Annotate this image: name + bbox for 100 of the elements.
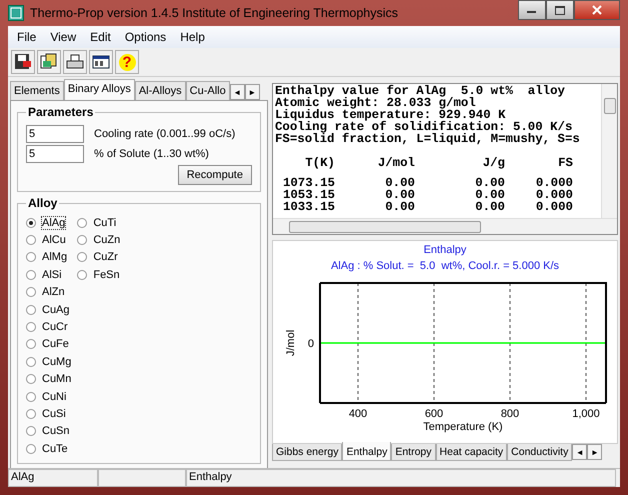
table-cell-text: 0.000 bbox=[534, 189, 573, 201]
output-line: Cooling rate of solidification: 5.00 K/s bbox=[275, 121, 572, 133]
radio-option[interactable]: AlAg bbox=[26, 216, 72, 229]
column-header: FS bbox=[557, 157, 573, 169]
radio-icon[interactable] bbox=[26, 374, 36, 384]
save-icon bbox=[14, 53, 32, 71]
tab[interactable]: Enthalpy bbox=[342, 442, 392, 461]
tab[interactable]: Al-Alloys bbox=[134, 81, 186, 100]
radio-icon[interactable] bbox=[26, 304, 36, 315]
radio-option[interactable]: AlZn bbox=[26, 286, 72, 298]
radio-icon[interactable] bbox=[26, 270, 36, 280]
tab-scroll-button[interactable]: ◄ bbox=[230, 84, 245, 100]
radio-icon[interactable] bbox=[26, 235, 36, 246]
chart-title: Enthalpy bbox=[424, 244, 466, 257]
radio-icon[interactable] bbox=[26, 356, 36, 367]
radio-option[interactable]: CuMg bbox=[26, 356, 72, 368]
radio-icon[interactable] bbox=[26, 408, 36, 419]
x-tick-label: 400 bbox=[348, 408, 368, 420]
menu-item[interactable]: View bbox=[43, 29, 84, 45]
toolbar-button[interactable] bbox=[11, 50, 35, 74]
toolbar-button[interactable]: ? bbox=[115, 50, 139, 74]
radio-icon[interactable] bbox=[26, 287, 36, 298]
radio-option[interactable]: CuTi bbox=[77, 216, 120, 229]
menu-item[interactable]: Edit bbox=[83, 29, 118, 45]
radio-option[interactable]: CuNi bbox=[26, 390, 72, 403]
menu-item[interactable]: Options bbox=[118, 29, 174, 45]
radio-option[interactable]: CuTe bbox=[26, 442, 72, 455]
vertical-scrollbar[interactable] bbox=[601, 84, 617, 218]
window-title: Thermo-Prop version 1.4.5 Institute of Engineering Thermophysics bbox=[30, 6, 398, 20]
tab-scroll-button[interactable]: ◄ bbox=[572, 444, 588, 460]
radio-option[interactable]: FeSn bbox=[77, 268, 120, 281]
recompute-button[interactable]: Recompute bbox=[178, 165, 252, 185]
maximize-icon bbox=[555, 6, 565, 14]
documents-icon bbox=[40, 53, 58, 71]
radio-icon[interactable] bbox=[26, 339, 36, 350]
help-icon: ? bbox=[118, 54, 136, 70]
menu-item[interactable]: Help bbox=[173, 29, 212, 45]
radio-icon[interactable] bbox=[77, 270, 88, 280]
radio-option[interactable]: AlMg bbox=[26, 251, 72, 264]
tab-scroll-button[interactable]: ► bbox=[244, 84, 260, 100]
status-pane: Enthalpy bbox=[186, 469, 616, 487]
radio-icon[interactable] bbox=[26, 426, 36, 436]
close-button[interactable] bbox=[574, 0, 620, 20]
status-pane: AlAg bbox=[8, 469, 98, 487]
y-axis-label: J/mol bbox=[285, 330, 297, 356]
column-header: J/g bbox=[482, 157, 505, 169]
radio-icon[interactable] bbox=[77, 235, 88, 246]
radio-icon[interactable] bbox=[77, 252, 88, 262]
maximize-button[interactable] bbox=[546, 0, 574, 20]
tab-scroll-button[interactable]: ► bbox=[587, 444, 602, 460]
menu-item[interactable]: File bbox=[10, 29, 44, 45]
table-cell-text: 0.000 bbox=[534, 201, 573, 213]
radio-option[interactable]: CuSi bbox=[26, 408, 72, 420]
horizontal-scrollbar[interactable] bbox=[273, 218, 617, 234]
toolbar-button[interactable] bbox=[63, 50, 87, 74]
radio-option[interactable]: AlCu bbox=[26, 234, 72, 246]
window-icon bbox=[92, 53, 110, 71]
table-cell-text: 0.00 bbox=[384, 177, 415, 189]
tab[interactable]: Conductivity bbox=[507, 444, 572, 461]
table-cell-text: 0.00 bbox=[384, 189, 415, 201]
output-line: Atomic weight: 28.033 g/mol bbox=[275, 97, 476, 109]
input-field[interactable]: 5 bbox=[26, 125, 84, 143]
radio-option[interactable]: CuFe bbox=[26, 338, 72, 350]
radio-icon[interactable] bbox=[26, 322, 36, 332]
x-tick-label: 1,000 bbox=[572, 408, 600, 420]
minimize-button[interactable] bbox=[518, 0, 546, 20]
input-field[interactable]: 5 bbox=[26, 145, 84, 163]
radio-option[interactable]: CuZr bbox=[77, 251, 120, 264]
radio-option[interactable]: CuSn bbox=[26, 425, 72, 438]
table-cell-text: 0.00 bbox=[384, 201, 415, 213]
radio-icon[interactable] bbox=[77, 218, 88, 228]
close-icon bbox=[592, 5, 602, 15]
table-cell-text: 0.000 bbox=[534, 177, 573, 189]
tab[interactable]: Heat capacity bbox=[436, 444, 508, 461]
table-cell-text: 0.00 bbox=[474, 189, 505, 201]
app-icon bbox=[8, 5, 24, 21]
chart-subtitle: AlAg : % Solut. = 5.0 wt%, Cool.r. = 5.000 K/s bbox=[330, 260, 560, 273]
tab[interactable]: Elements bbox=[10, 81, 64, 100]
output-line: Enthalpy value for AlAg 5.0 wt% alloy bbox=[275, 85, 566, 97]
radio-icon[interactable] bbox=[26, 392, 36, 402]
radio-icon[interactable] bbox=[26, 218, 36, 228]
field-label: % of Solute (1..30 wt%) bbox=[94, 148, 209, 160]
tab[interactable]: Cu-Allo bbox=[186, 81, 230, 100]
x-axis-label: Temperature (K) bbox=[423, 421, 503, 433]
printer-icon bbox=[66, 53, 84, 71]
x-tick-label: 800 bbox=[500, 408, 520, 420]
toolbar-button[interactable] bbox=[37, 50, 61, 74]
radio-option[interactable]: CuZn bbox=[77, 234, 120, 246]
tab[interactable]: Gibbs energy bbox=[272, 444, 342, 461]
radio-icon[interactable] bbox=[26, 444, 36, 454]
radio-option[interactable]: AlSi bbox=[26, 268, 72, 281]
toolbar-button[interactable] bbox=[89, 50, 113, 74]
radio-option[interactable]: CuMn bbox=[26, 373, 72, 386]
radio-option[interactable]: CuAg bbox=[26, 304, 72, 316]
table-cell-text: 0.00 bbox=[474, 201, 505, 213]
tab[interactable]: Binary Alloys bbox=[64, 79, 135, 100]
y-tick-label: 0 bbox=[308, 338, 314, 350]
radio-option[interactable]: CuCr bbox=[26, 321, 72, 334]
radio-icon[interactable] bbox=[26, 252, 36, 262]
tab[interactable]: Entropy bbox=[391, 444, 436, 461]
